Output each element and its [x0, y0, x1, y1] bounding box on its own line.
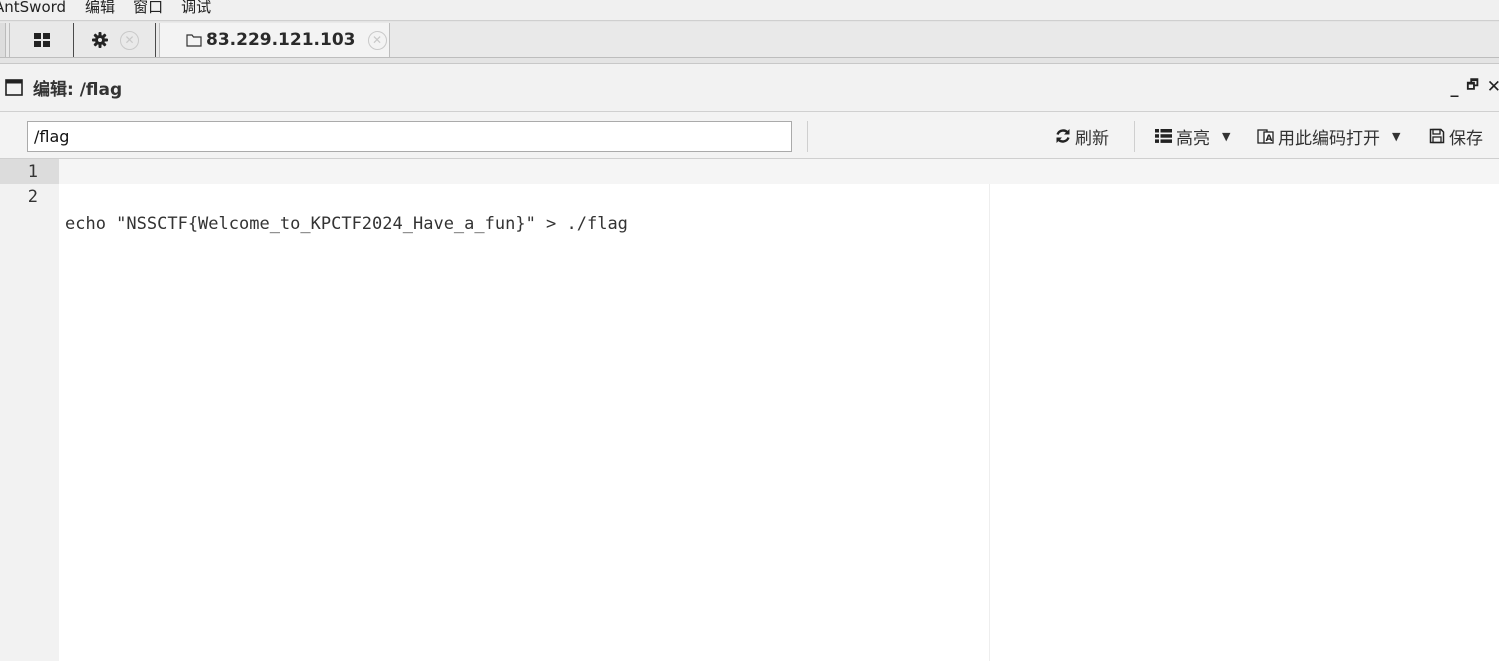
gear-icon — [92, 32, 108, 48]
line-number: 2 — [27, 187, 38, 207]
highlight-label: 高亮 — [1176, 128, 1210, 149]
close-icon[interactable]: ✕ — [1487, 77, 1499, 97]
menu-item-debug[interactable]: 调试 — [172, 0, 220, 15]
svg-text:A: A — [1266, 134, 1273, 144]
line-number-gutter: 1 2 — [0, 159, 59, 661]
tab-settings[interactable]: ✕ — [76, 23, 156, 57]
list-icon — [1155, 129, 1172, 143]
minimize-icon[interactable]: _ — [1451, 78, 1459, 97]
line-number: 1 — [0, 159, 59, 184]
open-with-encoding-dropdown[interactable]: A 用此编码打开 ▼ — [1257, 122, 1400, 150]
code-line[interactable] — [65, 289, 628, 315]
save-label: 保存 — [1449, 128, 1483, 149]
code-line[interactable]: echo "NSSCTF{Welcome_to_KPCTF2024_Have_a… — [65, 211, 628, 237]
print-margin — [989, 184, 990, 661]
menu-item-window[interactable]: 窗口 — [124, 0, 172, 15]
highlight-dropdown[interactable]: 高亮 ▼ — [1155, 122, 1230, 150]
menu-item-antsword[interactable]: AntSword — [0, 0, 76, 15]
menu-item-edit[interactable]: 编辑 — [76, 0, 124, 15]
tab-bar: ✕ 83.229.121.103 ✕ — [0, 20, 1499, 64]
folder-icon — [186, 34, 202, 47]
window-title: 编辑: /flag — [33, 80, 123, 100]
open-with-encoding-label: 用此编码打开 — [1278, 128, 1380, 149]
restore-icon[interactable]: 🗗 — [1467, 76, 1479, 98]
toolbar-divider — [1134, 121, 1135, 152]
encoding-icon: A — [1257, 128, 1274, 144]
menu-bar: AntSword 编辑 窗口 调试 — [0, 0, 1499, 20]
tab-host[interactable]: 83.229.121.103 ✕ — [159, 23, 390, 57]
refresh-label: 刷新 — [1075, 128, 1109, 149]
toolbar-divider — [807, 121, 808, 152]
tab-settings-close-icon[interactable]: ✕ — [120, 30, 139, 50]
chevron-down-icon: ▼ — [1392, 129, 1401, 143]
editor-toolbar: 刷新 高亮 ▼ A 用此编码打开 ▼ 保存 — [0, 112, 1499, 159]
editor-window-header: 编辑: /flag _ 🗗 ✕ — [0, 64, 1499, 112]
path-input[interactable] — [27, 121, 792, 152]
code-content[interactable]: echo "NSSCTF{Welcome_to_KPCTF2024_Have_a… — [65, 159, 628, 367]
save-button[interactable]: 保存 — [1429, 122, 1483, 150]
tab-scroll-left[interactable] — [0, 23, 6, 57]
refresh-icon — [1056, 129, 1070, 143]
tab-grid[interactable] — [9, 23, 74, 57]
save-icon — [1429, 128, 1445, 144]
code-editor[interactable]: 1 2 echo "NSSCTF{Welcome_to_KPCTF2024_Ha… — [0, 159, 1499, 661]
window-controls: _ 🗗 ✕ — [1451, 76, 1499, 98]
tab-host-close-icon[interactable]: ✕ — [367, 30, 387, 50]
chevron-down-icon: ▼ — [1222, 129, 1231, 143]
window-icon — [5, 79, 23, 96]
refresh-button[interactable]: 刷新 — [1055, 122, 1109, 150]
grid-icon — [33, 33, 50, 47]
tab-host-title: 83.229.121.103 — [206, 30, 356, 50]
